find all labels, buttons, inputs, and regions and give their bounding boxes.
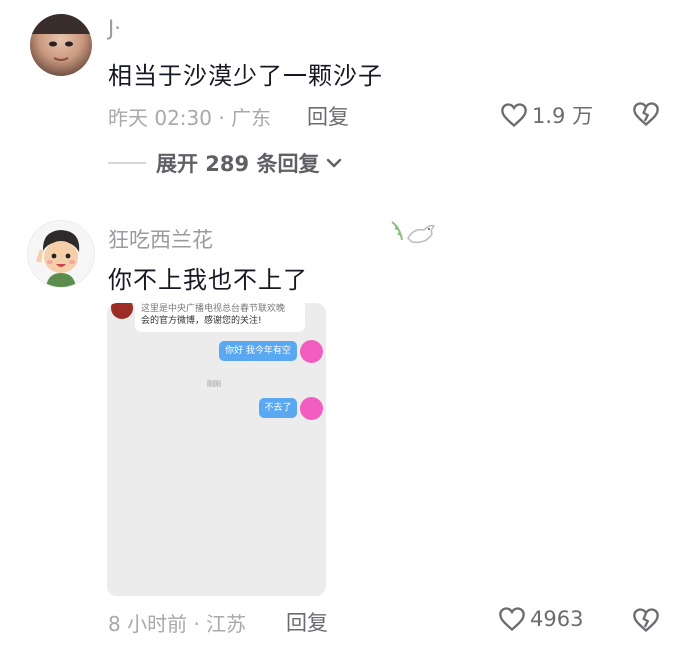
heart-icon	[501, 103, 527, 128]
message-bubble: 你好 我今年有空	[219, 341, 297, 361]
avatar-face-icon	[30, 14, 92, 61]
dislike-button[interactable]	[632, 607, 660, 637]
notice-line-2: 会的官方微博，感谢您的关注!	[141, 316, 262, 326]
user-avatar	[300, 397, 323, 420]
dove-badge-icon	[390, 218, 438, 254]
broken-heart-icon	[633, 608, 659, 633]
message-time: 刚刚	[207, 380, 221, 388]
broken-heart-icon	[633, 102, 659, 127]
notice-bubble: 这里是中央广播电视总台春节联欢晚 会的官方微博，感谢您的关注!	[135, 303, 305, 332]
user-avatar	[300, 340, 323, 363]
like-button[interactable]: 1.9 万	[500, 100, 593, 130]
heart-icon	[499, 607, 525, 632]
comment-text: 相当于沙漠少了一颗沙子	[108, 62, 383, 90]
like-button[interactable]: 4963	[498, 606, 583, 632]
cartoon-avatar-icon	[36, 230, 80, 287]
dislike-button[interactable]	[632, 101, 660, 131]
comment-text: 你不上我也不上了	[108, 266, 308, 294]
message-bubble: 不去了	[259, 398, 297, 418]
avatar[interactable]	[30, 14, 92, 76]
reply-button[interactable]: 回复	[286, 607, 328, 637]
reply-button[interactable]: 回复	[307, 101, 349, 131]
expand-replies[interactable]: 展开 289 条回复	[108, 148, 343, 178]
notice-line-1: 这里是中央广播电视总台春节联欢晚	[141, 304, 286, 314]
username[interactable]: 狂吃西兰花	[108, 224, 213, 254]
like-count: 1.9 万	[532, 104, 594, 128]
expand-replies-label[interactable]: 展开 289 条回复	[156, 148, 319, 178]
avatar[interactable]	[27, 220, 95, 288]
comment-meta: 昨天 02:30 · 广东	[108, 106, 272, 130]
comment-meta: 8 小时前 · 江苏	[108, 612, 247, 636]
like-count: 4963	[530, 607, 584, 631]
username[interactable]: J·	[108, 16, 121, 40]
chevron-down-icon	[327, 158, 342, 168]
sender-avatar	[111, 303, 133, 319]
divider-line	[108, 162, 146, 164]
comment-image[interactable]: 这里是中央广播电视总台春节联欢晚 会的官方微博，感谢您的关注! 你好 我今年有空…	[107, 303, 326, 596]
